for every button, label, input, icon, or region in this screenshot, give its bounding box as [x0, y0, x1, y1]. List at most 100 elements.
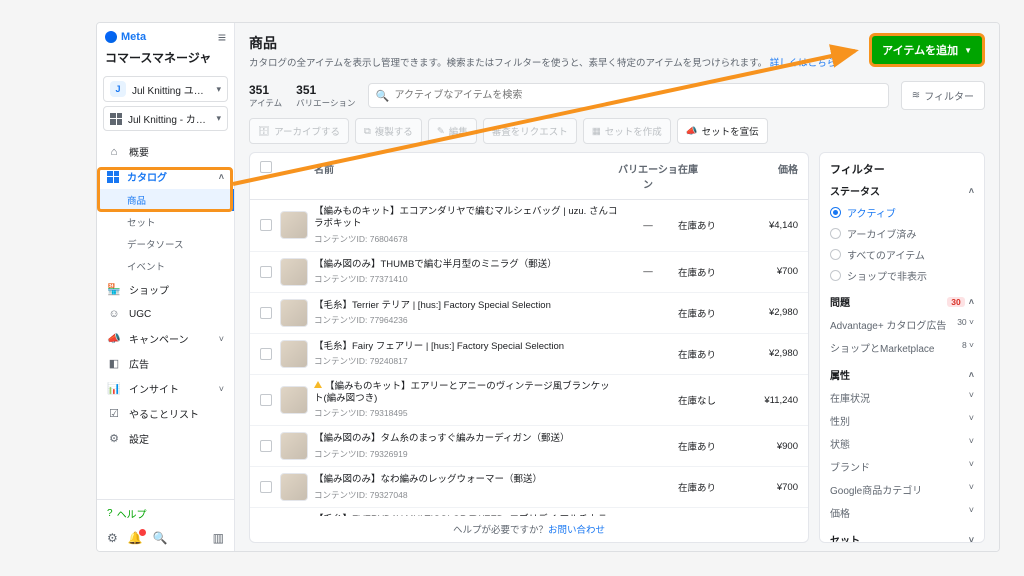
row-checkbox[interactable]	[260, 481, 272, 493]
product-variation: —	[618, 220, 678, 231]
product-id: コンテンツID: 79240817	[314, 355, 618, 367]
product-stock: 在庫あり	[678, 265, 738, 279]
col-name[interactable]: 名前	[314, 161, 618, 191]
row-checkbox[interactable]	[260, 307, 272, 319]
nav-overview[interactable]: ⌂概要	[97, 139, 234, 164]
layout-icon[interactable]: ▥	[213, 531, 224, 545]
table-row[interactable]: 【編み図のみ】なわ編みのレッグウォーマー（郵送）コンテンツID: 7932704…	[250, 467, 808, 508]
home-icon: ⌂	[107, 145, 121, 159]
table-row[interactable]: 【毛糸】EVERYDAY MULTICOLOR TWEED -エブリデイ マルチ…	[250, 508, 808, 516]
nav-insight[interactable]: 📊インサイト˅	[97, 376, 234, 401]
nav-settings[interactable]: ⚙設定	[97, 426, 234, 451]
table-row[interactable]: 【毛糸】Terrier テリア | [hus:] Factory Special…	[250, 293, 808, 334]
chevron-down-icon: ˅	[219, 384, 224, 394]
nav-todo[interactable]: ☑やることリスト	[97, 401, 234, 426]
select-all-checkbox[interactable]	[260, 161, 272, 173]
product-title: 【毛糸】Terrier テリア | [hus:] Factory Special…	[314, 300, 618, 312]
help-link[interactable]: ?ヘルプ	[97, 500, 234, 527]
edit-button[interactable]: ✎編集	[428, 118, 477, 144]
nav-ads[interactable]: ◧広告	[97, 351, 234, 376]
chevron-down-icon[interactable]: ˅	[969, 535, 974, 544]
grid-icon	[110, 113, 122, 125]
copy-icon: ⧉	[364, 126, 371, 137]
table-row[interactable]: 【毛糸】Fairy フェアリー | [hus:] Factory Special…	[250, 334, 808, 375]
request-review-button[interactable]: 審査をリクエスト	[483, 118, 577, 144]
row-checkbox[interactable]	[260, 394, 272, 406]
attr-gender[interactable]: 性別˅	[830, 409, 974, 432]
sidebar-nav: ⌂概要 カタログ ˄ 商品 セット データソース イベント 🏪ショップ ☺UGC…	[97, 135, 234, 499]
product-title: 【編み図のみ】なわ編みのレッグウォーマー（郵送）	[314, 474, 618, 486]
meta-logo: Meta	[105, 31, 146, 43]
attr-price[interactable]: 価格˅	[830, 501, 974, 524]
filter-button[interactable]: ≋フィルター	[901, 81, 985, 110]
product-thumbnail	[280, 299, 308, 327]
chevron-down-icon: ▾	[216, 113, 221, 124]
product-id: コンテンツID: 77964236	[314, 314, 618, 326]
col-price[interactable]: 価格	[738, 161, 798, 191]
product-price: ¥700	[738, 266, 798, 277]
attr-stock[interactable]: 在庫状況˅	[830, 386, 974, 409]
col-stock[interactable]: 在庫	[678, 161, 738, 191]
nav-shop[interactable]: 🏪ショップ	[97, 277, 234, 302]
product-price: ¥4,140	[738, 220, 798, 231]
radio-icon	[830, 249, 841, 260]
bell-icon[interactable]: 🔔	[128, 531, 143, 545]
nav-catalog-items[interactable]: 商品	[97, 189, 234, 211]
promote-set-button[interactable]: 📣セットを宣伝	[677, 118, 768, 144]
duplicate-button[interactable]: ⧉複製する	[355, 118, 422, 144]
chart-icon: 📊	[107, 382, 121, 396]
status-hidden[interactable]: ショップで非表示	[830, 265, 974, 286]
status-all[interactable]: すべてのアイテム	[830, 244, 974, 265]
shop-icon: 🏪	[107, 283, 121, 297]
nav-catalog-datasource[interactable]: データソース	[97, 233, 234, 255]
col-variation[interactable]: バリエーション	[618, 161, 678, 191]
checklist-icon: ☑	[107, 407, 121, 421]
catalog-selector[interactable]: Jul Knitting - カタログ (904... ▾	[103, 106, 228, 131]
row-checkbox[interactable]	[260, 219, 272, 231]
nav-catalog-sets[interactable]: セット	[97, 211, 234, 233]
gear-icon[interactable]: ⚙	[107, 531, 118, 545]
search-input[interactable]	[368, 83, 889, 108]
issue-marketplace[interactable]: ショップとMarketplace8 ˅	[830, 336, 974, 359]
nav-catalog[interactable]: カタログ ˄	[97, 164, 234, 189]
table-row[interactable]: 【編みものキット】エコアンダリヤで編むマルシェバッグ | uzu. さんコラボキ…	[250, 200, 808, 252]
archive-button[interactable]: 🗄アーカイブする	[249, 118, 349, 144]
table-row[interactable]: 【編み図のみ】THUMBで編む半月型のミニラグ（郵送）コンテンツID: 7737…	[250, 252, 808, 293]
add-item-button[interactable]: アイテムを追加▼	[869, 33, 985, 67]
row-checkbox[interactable]	[260, 266, 272, 278]
hamburger-icon[interactable]: ≡	[218, 29, 226, 45]
table-row[interactable]: 【編みものキット】エアリーとアニーのヴィンテージ風ブランケット(編み図つき)コン…	[250, 375, 808, 427]
filter-icon: ≋	[912, 90, 920, 101]
product-price: ¥2,980	[738, 348, 798, 359]
search-icon[interactable]: 🔍	[153, 531, 168, 545]
chevron-up-icon[interactable]: ˄	[969, 297, 974, 307]
status-active[interactable]: アクティブ	[830, 202, 974, 223]
nav-campaign[interactable]: 📣キャンペーン˅	[97, 326, 234, 351]
product-thumbnail	[280, 432, 308, 460]
product-stock: 在庫あり	[678, 218, 738, 232]
attr-brand[interactable]: ブランド˅	[830, 455, 974, 478]
account-selector[interactable]: J Jul Knitting ユール ニッ... ▾	[103, 76, 228, 102]
issue-advantage[interactable]: Advantage+ カタログ広告30 ˅	[830, 313, 974, 336]
attr-google[interactable]: Google商品カテゴリ˅	[830, 478, 974, 501]
row-checkbox[interactable]	[260, 348, 272, 360]
nav-ugc[interactable]: ☺UGC	[97, 302, 234, 326]
filter-panel: フィルター ステータス˄ アクティブ アーカイブ済み すべてのアイテム ショップ…	[819, 152, 985, 543]
product-title: 【編みものキット】エアリーとアニーのヴィンテージ風ブランケット(編み図つき)	[314, 381, 618, 406]
gear-icon: ⚙	[107, 432, 121, 446]
nav-catalog-events[interactable]: イベント	[97, 255, 234, 277]
product-title: 【編みものキット】エコアンダリヤで編むマルシェバッグ | uzu. さんコラボキ…	[314, 206, 618, 231]
learn-more-link[interactable]: 詳しくはこちら	[770, 58, 837, 69]
table-row[interactable]: 【編み図のみ】タム糸のまっすぐ編みカーディガン（郵送）コンテンツID: 7932…	[250, 426, 808, 467]
create-set-button[interactable]: ▦セットを作成	[583, 118, 671, 144]
chevron-up-icon[interactable]: ˄	[969, 186, 974, 196]
attr-state[interactable]: 状態˅	[830, 432, 974, 455]
chevron-down-icon: ˅	[219, 334, 224, 344]
row-checkbox[interactable]	[260, 440, 272, 452]
status-archived[interactable]: アーカイブ済み	[830, 223, 974, 244]
chevron-up-icon[interactable]: ˄	[969, 370, 974, 380]
contact-link[interactable]: お問い合わせ	[548, 525, 605, 536]
search-icon: 🔍	[376, 89, 390, 102]
grid-icon	[107, 171, 119, 183]
product-title: 【毛糸】Fairy フェアリー | [hus:] Factory Special…	[314, 341, 618, 353]
